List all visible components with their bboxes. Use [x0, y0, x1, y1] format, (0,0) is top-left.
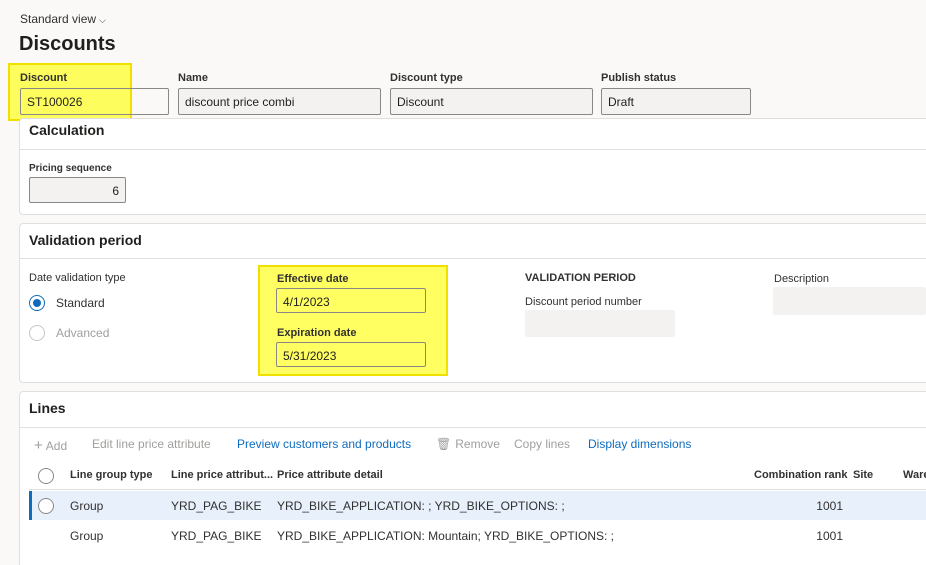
standard-radio-label[interactable]: Standard — [56, 296, 105, 310]
lines-title[interactable]: Lines — [29, 400, 66, 416]
expiration-date-label: Expiration date — [277, 327, 357, 339]
row-group-type: Group — [70, 499, 104, 513]
trash-icon: 🗑 — [436, 437, 452, 451]
advanced-radio[interactable] — [29, 325, 45, 341]
validation-divider — [19, 258, 926, 259]
discount-period-number-label: Discount period number — [525, 296, 642, 308]
advanced-radio-label[interactable]: Advanced — [56, 326, 109, 340]
display-dimensions-button[interactable]: Display dimensions — [588, 437, 691, 451]
preview-customers-products-button[interactable]: Preview customers and products — [237, 437, 411, 451]
validation-period-heading: VALIDATION PERIOD — [525, 272, 636, 284]
standard-radio[interactable] — [29, 295, 45, 311]
discount-type-field[interactable]: Discount — [390, 88, 593, 115]
col-line-price-attribute[interactable]: Line price attribut... — [171, 469, 273, 481]
discount-value: ST100026 — [27, 95, 83, 109]
row-selection-indicator — [29, 491, 32, 520]
discount-period-number-field[interactable] — [525, 310, 675, 337]
pricing-sequence-value: 6 — [112, 184, 119, 198]
publish-status-label: Publish status — [601, 72, 677, 84]
pricing-sequence-field[interactable]: 6 — [29, 177, 126, 203]
add-button-label: Add — [45, 439, 68, 453]
description-field[interactable] — [773, 287, 926, 315]
pricing-sequence-label: Pricing sequence — [29, 163, 112, 174]
view-selector[interactable]: Standard view ⌵ — [20, 12, 106, 26]
col-combination-rank[interactable]: Combination rank — [754, 469, 848, 481]
publish-status-value: Draft — [608, 95, 635, 109]
effective-date-value: 4/1/2023 — [283, 295, 330, 309]
remove-button[interactable]: 🗑 Remove — [436, 437, 500, 451]
discount-type-label: Discount type — [390, 72, 463, 84]
description-label: Description — [774, 273, 830, 285]
row-price-attribute: YRD_PAG_BIKE — [171, 529, 262, 543]
lines-divider — [19, 427, 926, 428]
calculation-title[interactable]: Calculation — [29, 122, 104, 138]
row-rank: 1001 — [816, 529, 843, 543]
col-line-group-type[interactable]: Line group type — [70, 469, 153, 481]
col-site[interactable]: Site — [853, 469, 873, 481]
publish-status-field[interactable]: Draft — [601, 88, 751, 115]
calculation-card — [19, 118, 926, 215]
table-header-divider — [29, 489, 926, 490]
expiration-date-field[interactable]: 5/31/2023 — [276, 342, 426, 367]
row-group-type: Group — [70, 529, 104, 543]
name-value: discount price combi — [185, 95, 295, 109]
effective-date-label: Effective date — [277, 273, 349, 285]
name-label: Name — [178, 72, 208, 84]
discount-label: Discount — [20, 72, 68, 84]
name-field[interactable]: discount price combi — [178, 88, 381, 115]
view-label: Standard view — [20, 12, 97, 26]
copy-lines-button[interactable]: Copy lines — [514, 437, 570, 451]
page-title: Discounts — [19, 33, 116, 55]
calculation-divider — [19, 149, 926, 150]
remove-button-label: Remove — [455, 437, 500, 451]
edit-line-price-attribute-button[interactable]: Edit line price attribute — [92, 437, 211, 451]
chevron-down-icon: ⌵ — [99, 15, 106, 25]
row-rank: 1001 — [816, 499, 843, 513]
plus-icon: + — [34, 437, 43, 454]
add-button[interactable]: + Add — [34, 437, 67, 454]
validation-title[interactable]: Validation period — [29, 232, 142, 248]
effective-date-field[interactable]: 4/1/2023 — [276, 288, 426, 313]
col-warehouse[interactable]: Wareh — [903, 469, 926, 481]
select-all-radio[interactable] — [38, 468, 54, 484]
discount-type-value: Discount — [397, 95, 444, 109]
row-detail: YRD_BIKE_APPLICATION: ; YRD_BIKE_OPTIONS… — [277, 499, 565, 513]
row-price-attribute: YRD_PAG_BIKE — [171, 499, 262, 513]
discount-field[interactable]: ST100026 — [20, 88, 169, 115]
date-validation-type-label: Date validation type — [29, 272, 126, 284]
row-select-radio[interactable] — [38, 498, 54, 514]
expiration-date-value: 5/31/2023 — [283, 349, 337, 363]
col-price-attribute-detail[interactable]: Price attribute detail — [277, 469, 383, 481]
row-detail: YRD_BIKE_APPLICATION: Mountain; YRD_BIKE… — [277, 529, 615, 543]
